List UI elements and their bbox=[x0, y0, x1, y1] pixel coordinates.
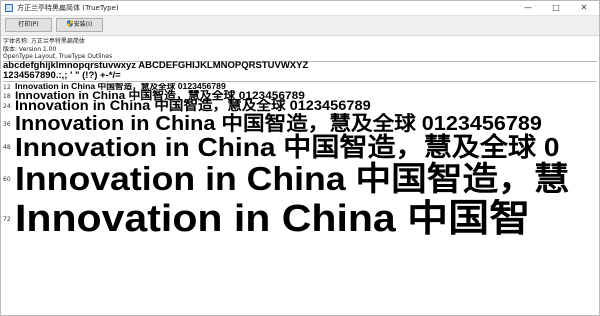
font-name: 字体名称: 方正兰亭特黑扁简体 bbox=[3, 38, 85, 45]
sample-text: Innovation in China 中国智造，慧及全球 0123456789 bbox=[15, 113, 542, 135]
maximize-icon[interactable]: □ bbox=[542, 1, 570, 15]
sample-text: Innovation in China 中国智造，慧 bbox=[15, 161, 570, 197]
divider bbox=[3, 81, 597, 82]
sample-text: Innovation in China 中国智造，慧及全球 0 bbox=[15, 133, 560, 161]
sample-text: Innovation in China 中国智 bbox=[15, 199, 531, 239]
font-viewer-window: 方正兰亭特黑扁简体 (TrueType) — □ ✕ 打印(P) 安装(I) 字… bbox=[0, 0, 600, 316]
uac-shield-icon bbox=[66, 20, 73, 27]
print-button[interactable]: 打印(P) bbox=[5, 18, 52, 32]
window-title: 方正兰亭特黑扁简体 (TrueType) bbox=[17, 4, 119, 12]
character-set: abcdefghijklmnopqrstuvwxyz ABCDEFGHIJKLM… bbox=[3, 61, 308, 80]
sample-size-label: 24 bbox=[3, 102, 11, 110]
sample-row: 24 Innovation in China 中国智造，慧及全球 01234567… bbox=[1, 99, 599, 113]
font-info: 字体名称: 方正兰亭特黑扁简体 版本: Version 1.00 OpenTyp… bbox=[3, 38, 112, 61]
sample-row: 72 Innovation in China 中国智 bbox=[1, 199, 599, 239]
sample-size-label: 72 bbox=[3, 215, 11, 223]
font-file-icon bbox=[5, 4, 13, 12]
install-button[interactable]: 安装(I) bbox=[56, 18, 103, 32]
sample-row: 48 Innovation in China 中国智造，慧及全球 0 bbox=[1, 133, 599, 161]
title-bar[interactable]: 方正兰亭特黑扁简体 (TrueType) — □ ✕ bbox=[1, 1, 599, 15]
close-icon[interactable]: ✕ bbox=[570, 1, 598, 15]
sample-size-label: 48 bbox=[3, 143, 11, 151]
sample-row: 60 Innovation in China 中国智造，慧 bbox=[1, 161, 599, 197]
toolbar: 打印(P) 安装(I) bbox=[1, 15, 599, 36]
font-version: 版本: Version 1.00 bbox=[3, 45, 57, 53]
sample-row: 36 Innovation in China 中国智造，慧及全球 01234567… bbox=[1, 113, 599, 135]
minimize-icon[interactable]: — bbox=[514, 1, 542, 15]
sample-size-label: 60 bbox=[3, 175, 11, 183]
sample-text: Innovation in China 中国智造，慧及全球 0123456789 bbox=[15, 99, 371, 113]
sample-size-label: 36 bbox=[3, 120, 11, 128]
charset-symbols: 1234567890.:,; ' " (!?) +-*/= bbox=[3, 69, 121, 81]
install-button-label: 安装(I) bbox=[73, 21, 93, 28]
